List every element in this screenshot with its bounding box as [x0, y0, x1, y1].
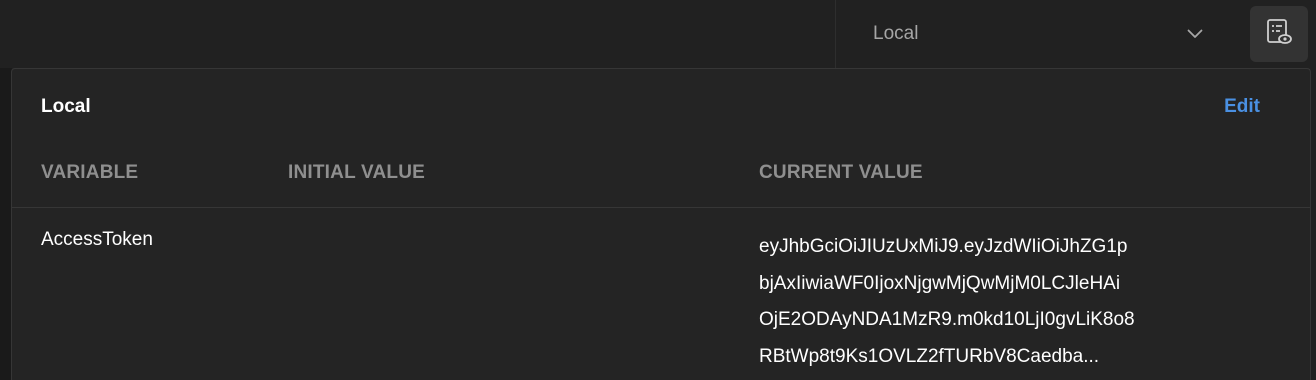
header-divider — [12, 207, 1310, 208]
environment-popover: Local Edit VARIABLE INITIAL VALUE CURREN… — [11, 68, 1311, 380]
current-value-line: bjAxIiwiaWF0IjoxNjgwMjQwMjM0LCJleHAi — [759, 272, 1121, 294]
current-value-line: OjE2ODAyNDA1MzR9.m0kd10LjI0gvLiK8o8 — [759, 309, 1135, 330]
chevron-down-icon — [1186, 25, 1204, 43]
current-value-line: RBtWp8t9Ks1OVLZ2fTURbV8Caedba... — [759, 345, 1100, 367]
edit-link[interactable]: Edit — [1224, 96, 1260, 118]
app-window: Local Local Edit VARIABLE INITIAL VALUE … — [0, 0, 1316, 380]
column-header-current-value: CURRENT VALUE — [759, 162, 923, 183]
environment-quick-look-button[interactable] — [1250, 6, 1308, 62]
environment-selector[interactable]: Local — [836, 0, 1240, 68]
current-value-line: eyJhbGciOiJIUzUxMiJ9.eyJzdWIiOiJhZG1p — [759, 236, 1128, 257]
tab-area — [0, 0, 836, 68]
current-value: eyJhbGciOiJIUzUxMiJ9.eyJzdWIiOiJhZG1p bj… — [759, 229, 1209, 375]
environment-selector-label: Local — [873, 23, 919, 44]
eye-document-icon — [1265, 18, 1293, 51]
column-header-variable: VARIABLE — [41, 162, 139, 183]
column-header-initial-value: INITIAL VALUE — [288, 162, 426, 183]
top-bar: Local — [0, 0, 1316, 68]
variable-name: AccessToken — [41, 229, 153, 250]
popover-title: Local — [41, 96, 91, 117]
